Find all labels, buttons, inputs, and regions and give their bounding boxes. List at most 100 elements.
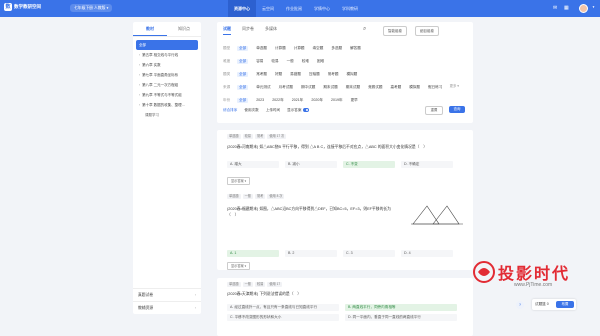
avatar[interactable]	[579, 4, 588, 13]
sidebar-item-chapter[interactable]: › 第九章 不等式与不等式组	[136, 90, 198, 100]
chevron-right-icon: ›	[139, 93, 141, 97]
filter-option[interactable]: 期中试题	[301, 85, 315, 90]
sort-row: 综合排序 使用次数 上传时间 显示答案	[223, 108, 309, 113]
sort-default[interactable]: 综合排序	[223, 108, 237, 113]
brand[interactable]: 数 数学教研空间	[4, 3, 41, 11]
filter-option[interactable]: 月考试题	[279, 85, 293, 90]
sidebar-item-chapter[interactable]: › 第七章 平面直角坐标系	[136, 70, 198, 80]
filter-option[interactable]: 压轴题	[309, 72, 320, 77]
assign-button[interactable]: 布置	[556, 301, 574, 308]
tab-multimedia[interactable]: 多媒体	[265, 26, 277, 35]
filter-option[interactable]: 易错题	[290, 72, 301, 77]
question-basket[interactable]: 试题篮 0 布置	[532, 299, 576, 310]
message-icon[interactable]: ✉	[553, 5, 559, 11]
filter-option[interactable]: 2021年	[292, 98, 304, 103]
sidebar-item-supplementary[interactable]: 教辅资源 ›	[133, 301, 201, 314]
query-button[interactable]: 查询	[449, 106, 465, 113]
option-b[interactable]: B. 减小	[285, 161, 337, 168]
filter-option[interactable]: 计算题	[275, 46, 286, 51]
filter-option[interactable]: 2019年	[331, 98, 343, 103]
filter-option[interactable]: 较难	[302, 59, 309, 64]
filter-option[interactable]: 常考题	[328, 72, 339, 77]
filter-option[interactable]: 全部	[237, 71, 249, 77]
filter-option[interactable]: 2022年	[272, 98, 284, 103]
sort-upload[interactable]: 上传时间	[266, 108, 280, 113]
sidebar-item-chapter[interactable]: › 第八章 二元一次方程组	[136, 80, 198, 90]
option-b[interactable]: B. 2	[285, 250, 337, 257]
sort-usage[interactable]: 使用次数	[244, 108, 258, 113]
filter-option[interactable]: 2023	[256, 98, 264, 102]
more-toggle[interactable]: 更多 ▾	[450, 83, 459, 88]
tab-sync-papers[interactable]: 同步卷	[242, 26, 254, 35]
chevron-down-icon[interactable]: ▼	[592, 5, 595, 9]
filter-option[interactable]: 较易	[271, 59, 278, 64]
filter-option[interactable]: 多选题	[331, 46, 342, 51]
sidebar-item-chapter[interactable]: 全部	[136, 40, 198, 50]
sidebar-item-chapter[interactable]: › 第十章 数据的收集、整理…	[136, 100, 198, 110]
filter-option[interactable]: 假日练习	[428, 85, 442, 90]
option-c[interactable]: C. 平移不改变图形的形状和大小	[227, 314, 339, 321]
filter-option[interactable]: 困难	[317, 59, 324, 64]
help-icon[interactable]: ?	[516, 301, 524, 309]
tab-knowledge[interactable]: 知识点	[167, 22, 201, 36]
filter-option[interactable]: 期末试题	[346, 85, 360, 90]
filter-option[interactable]: 解答题	[350, 46, 361, 51]
grid-icon[interactable]: ▦	[564, 5, 570, 11]
filter-option[interactable]: 好题	[275, 72, 282, 77]
tab-textbook[interactable]: 教材	[133, 22, 167, 36]
nav-resource-center[interactable]: 资源中心	[228, 0, 256, 17]
option-d[interactable]: D. 同一平面内，垂直于同一直线的两直线平行	[345, 314, 457, 321]
filter-option[interactable]: 全部	[237, 45, 249, 51]
tab-questions[interactable]: 试题	[223, 26, 231, 35]
chapter-label: 全部	[139, 43, 146, 47]
filter-option[interactable]: 期末试题	[323, 85, 337, 90]
search-icon[interactable]: ⌕	[363, 26, 370, 33]
detail-paper-button[interactable]: 细目组卷	[415, 26, 439, 36]
filter-option[interactable]: 全部	[237, 84, 249, 90]
option-a[interactable]: A. 经过直线外一点，有且只有一条直线与已知直线平行	[227, 304, 339, 311]
chapter-label: 第七章 平面直角坐标系	[142, 73, 179, 77]
smart-paper-button[interactable]: 智能组卷	[383, 26, 407, 36]
filter-option[interactable]: 高考题	[390, 85, 401, 90]
main-nav: 资源中心 云空间 作业批阅 学情中心 学科教研	[228, 0, 364, 17]
sidebar-item-chapter[interactable]: 课题学习	[136, 110, 198, 120]
brand-logo: 数	[4, 3, 12, 11]
sidebar-item-exam-papers[interactable]: 真题试卷 ›	[133, 288, 201, 301]
show-answer-button[interactable]: 显示答案 ▾	[227, 262, 251, 270]
option-d[interactable]: D. 不确定	[401, 161, 453, 168]
option-a[interactable]: A. 增大	[227, 161, 279, 168]
filter-option[interactable]: 常考题	[256, 72, 267, 77]
option-a[interactable]: A. 1	[227, 250, 279, 257]
filter-option[interactable]: 竞赛试题	[368, 85, 382, 90]
sidebar-item-chapter[interactable]: › 第五章 相交线与平行线	[136, 50, 198, 60]
resource-tabs: 试题 同步卷 多媒体	[223, 26, 277, 35]
nav-teaching-research[interactable]: 学科教研	[336, 0, 364, 17]
filter-label: 难度	[223, 58, 231, 63]
show-answer-button[interactable]: 显示答案 ▾	[227, 177, 251, 185]
nav-homework[interactable]: 作业批阅	[280, 0, 308, 17]
filter-option[interactable]: 单选题	[256, 46, 267, 51]
sidebar-item-chapter[interactable]: › 第六章 实数	[136, 60, 198, 70]
nav-cloud-space[interactable]: 云空间	[256, 0, 280, 17]
nav-learning-center[interactable]: 学情中心	[308, 0, 336, 17]
toggle-switch[interactable]	[302, 108, 309, 112]
filter-option[interactable]: 模拟题	[347, 72, 358, 77]
filter-option[interactable]: 计算题	[294, 46, 305, 51]
option-b[interactable]: B. 两直线平行，同旁内角相等	[345, 304, 457, 311]
filter-option[interactable]: 模拟题	[409, 85, 420, 90]
option-d[interactable]: D. 4	[401, 250, 453, 257]
chapter-label: 课题学习	[145, 113, 159, 117]
option-c[interactable]: C. 不变	[343, 161, 395, 168]
filter-option[interactable]: 单元测试	[256, 85, 270, 90]
filter-option[interactable]: 更早	[351, 98, 358, 103]
filter-option[interactable]: 填空题	[313, 46, 324, 51]
show-answer-toggle[interactable]: 显示答案	[287, 108, 309, 113]
filter-option[interactable]: 2020年	[311, 98, 323, 103]
option-c[interactable]: C. 3	[343, 250, 395, 257]
filter-option[interactable]: 一般	[287, 59, 294, 64]
reset-button[interactable]: 重置	[425, 106, 443, 115]
course-select[interactable]: 七年级下册 人教版 ▼	[70, 4, 112, 12]
filter-option[interactable]: 容易	[256, 59, 263, 64]
filter-option[interactable]: 全部	[237, 97, 249, 103]
filter-option[interactable]: 全部	[237, 58, 249, 64]
